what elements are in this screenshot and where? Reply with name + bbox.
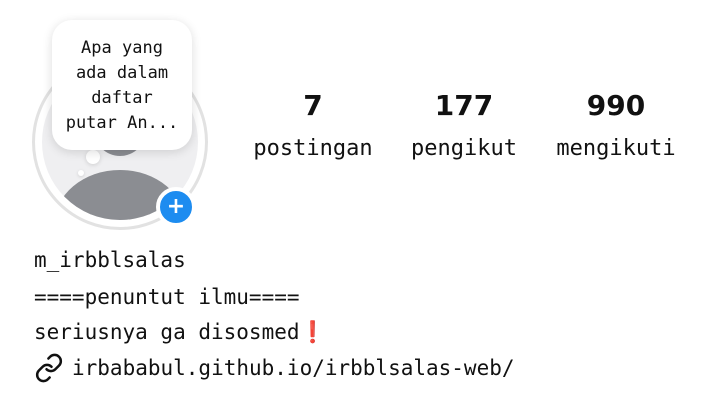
- following-count: 990: [586, 89, 646, 122]
- posts-label: postingan: [253, 136, 373, 161]
- stat-posts[interactable]: 7 postingan: [248, 88, 378, 164]
- posts-count: 7: [303, 89, 323, 122]
- following-label: mengikuti: [556, 136, 676, 161]
- profile-link[interactable]: irbababul.github.io/irbblsalas-web/: [34, 353, 515, 383]
- followers-count: 177: [434, 89, 494, 122]
- link-text[interactable]: irbababul.github.io/irbblsalas-web/: [72, 353, 515, 383]
- bio-line: seriusnya ga disosmed❗: [34, 318, 326, 346]
- note-text: Apa yang ada dalam daftar putar An...: [65, 38, 179, 133]
- exclamation-icon: ❗: [299, 320, 326, 344]
- bio-line: ====penuntut ilmu====: [34, 285, 300, 309]
- plus-icon: +: [166, 194, 186, 219]
- stat-following[interactable]: 990 mengikuti: [551, 88, 681, 164]
- profile-username: m_irbblsalas: [34, 248, 186, 272]
- note-bubble-tail-small: [78, 170, 84, 176]
- bio-text: seriusnya ga disosmed: [34, 320, 300, 344]
- link-icon: [35, 353, 63, 383]
- add-story-button[interactable]: +: [156, 187, 196, 227]
- stat-followers[interactable]: 177 pengikut: [399, 88, 529, 164]
- note-bubble[interactable]: Apa yang ada dalam daftar putar An...: [52, 20, 192, 150]
- followers-label: pengikut: [411, 136, 517, 161]
- note-bubble-tail: [86, 150, 100, 164]
